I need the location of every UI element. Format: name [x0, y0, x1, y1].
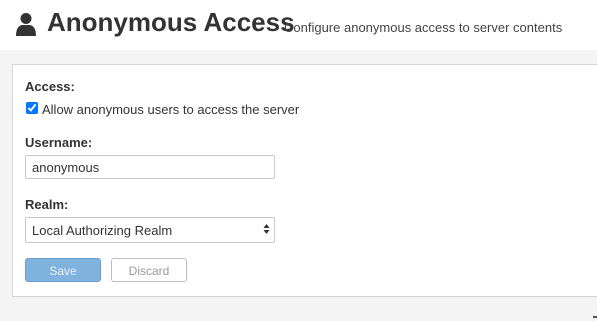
save-button[interactable]: Save: [25, 258, 101, 282]
realm-select[interactable]: Local Authorizing Realm: [25, 217, 275, 243]
settings-panel: Access: Allow anonymous users to access …: [12, 64, 597, 297]
page-header: Anonymous Access Configure anonymous acc…: [0, 0, 597, 50]
page-subtitle: Configure anonymous access to server con…: [284, 20, 563, 35]
realm-label: Realm:: [25, 197, 69, 212]
username-label: Username:: [25, 135, 93, 150]
realm-select-value: Local Authorizing Realm: [32, 223, 173, 238]
anonymous-access-checkbox-wrap: [26, 101, 38, 114]
resize-handle: [593, 316, 597, 318]
anonymous-access-checkbox[interactable]: [26, 102, 38, 114]
user-icon: [16, 13, 36, 36]
access-label: Access:: [25, 79, 75, 94]
anonymous-access-checkbox-label[interactable]: Allow anonymous users to access the serv…: [42, 102, 299, 117]
discard-button[interactable]: Discard: [111, 258, 187, 282]
username-input[interactable]: [25, 155, 275, 179]
page-title: Anonymous Access: [47, 7, 295, 37]
select-arrows-icon: [263, 224, 270, 234]
